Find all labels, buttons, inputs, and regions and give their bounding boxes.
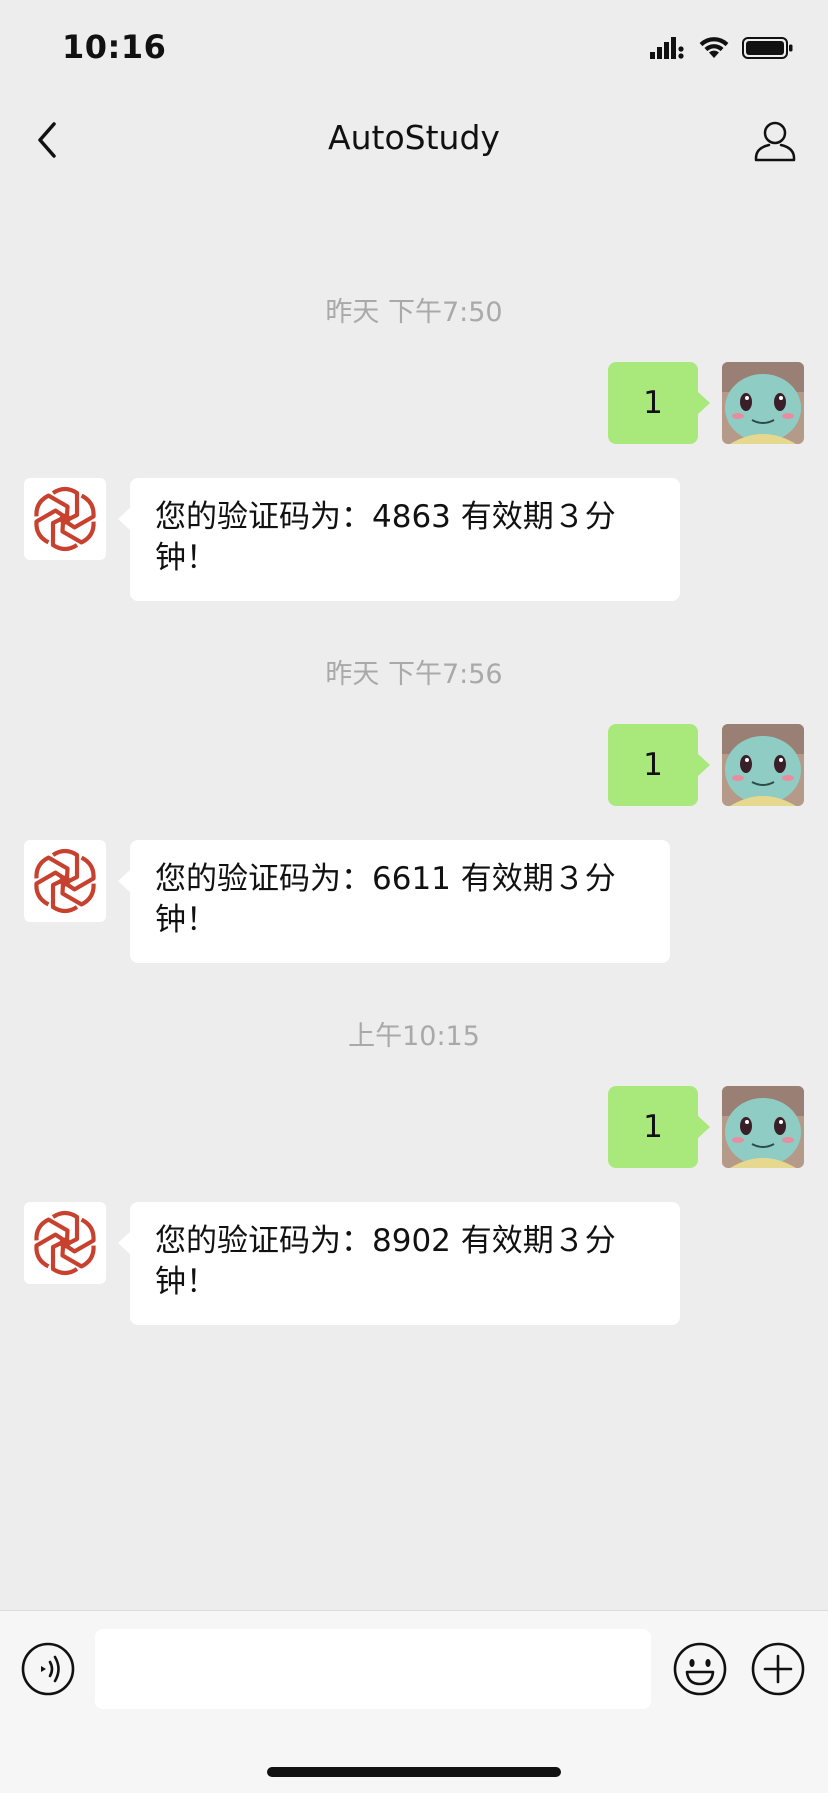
plus-icon (751, 1642, 805, 1696)
person-icon (754, 121, 796, 162)
openai-logo-icon (34, 848, 96, 914)
sent-message-bubble[interactable]: 1 (608, 362, 710, 444)
chat-title: AutoStudy (328, 118, 500, 157)
sent-message-bubble[interactable]: 1 (608, 1086, 710, 1168)
more-button[interactable] (750, 1641, 806, 1697)
voice-icon (21, 1642, 75, 1696)
voice-button[interactable] (20, 1641, 76, 1697)
openai-logo-avatar[interactable] (24, 478, 106, 560)
input-bar (0, 1610, 828, 1793)
openai-logo-avatar[interactable] (24, 840, 106, 922)
squirtle-avatar-image (722, 362, 804, 444)
received-message-bubble[interactable]: 您的验证码为：4863 有效期３分钟！ (118, 478, 680, 601)
status-time: 10:16 (62, 28, 167, 66)
squirtle-avatar[interactable] (722, 1086, 804, 1168)
timestamp: 上午10:15 (348, 1021, 480, 1052)
openai-logo-avatar[interactable] (24, 1202, 106, 1284)
nav-bar: AutoStudy (0, 100, 828, 182)
emoji-icon (673, 1642, 727, 1696)
home-indicator[interactable] (267, 1767, 561, 1777)
squirtle-avatar-image (722, 1086, 804, 1168)
status-bar: 10:16 (0, 0, 828, 100)
status-icons (650, 36, 794, 60)
chat-area[interactable]: 昨天 下午7:50 1 您的验证码为：4863 有效期３分钟！ 昨天 下午7:5… (0, 182, 828, 1610)
cellular-signal-icon (650, 37, 684, 59)
message-input[interactable] (95, 1629, 651, 1709)
openai-logo-icon (34, 1210, 96, 1276)
battery-icon (742, 37, 793, 59)
received-message-bubble[interactable]: 您的验证码为：8902 有效期３分钟！ (118, 1202, 680, 1325)
squirtle-avatar[interactable] (722, 362, 804, 444)
squirtle-avatar-image (722, 724, 804, 806)
emoji-button[interactable] (672, 1641, 728, 1697)
received-message-bubble[interactable]: 您的验证码为：6611 有效期３分钟！ (118, 840, 670, 963)
sent-message-bubble[interactable]: 1 (608, 724, 710, 806)
wifi-icon (699, 37, 729, 58)
squirtle-avatar[interactable] (722, 724, 804, 806)
openai-logo-icon (34, 486, 96, 552)
timestamp: 昨天 下午7:56 (325, 659, 503, 690)
timestamp: 昨天 下午7:50 (325, 297, 503, 328)
profile-button[interactable] (752, 118, 798, 164)
